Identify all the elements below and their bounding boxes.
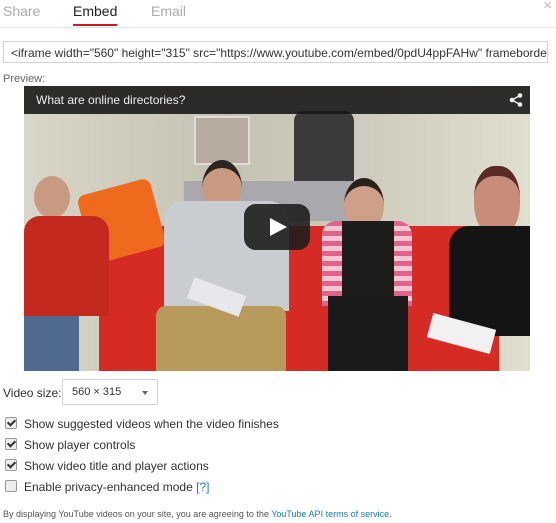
option-label: Show video title and player actions xyxy=(24,459,209,473)
person-1-legs xyxy=(24,316,79,371)
checkbox[interactable] xyxy=(5,459,17,471)
option-label: Enable privacy-enhanced mode xyxy=(24,480,193,494)
person-3-legs xyxy=(328,296,408,371)
option-player-controls[interactable]: Show player controls xyxy=(5,438,135,452)
terms-link[interactable]: YouTube API terms of service xyxy=(271,509,389,519)
video-size-value: 560 × 315 xyxy=(72,386,122,398)
chevron-down-icon xyxy=(142,391,148,395)
wall-poster xyxy=(194,116,250,165)
video-size-select[interactable]: 560 × 315 xyxy=(62,379,158,405)
coats xyxy=(294,111,354,191)
video-preview[interactable]: What are online directories? xyxy=(24,86,530,371)
tab-embed[interactable]: Embed xyxy=(73,3,118,26)
close-icon[interactable]: × xyxy=(543,0,552,14)
embed-code-input[interactable]: <iframe width="560" height="315" src="ht… xyxy=(3,41,548,63)
help-link[interactable]: [?] xyxy=(196,480,209,494)
play-button[interactable] xyxy=(244,204,310,250)
footer-end: . xyxy=(389,509,392,519)
share-icon[interactable] xyxy=(509,93,523,107)
checkbox[interactable] xyxy=(5,438,17,450)
option-label: Show player controls xyxy=(24,438,136,452)
option-label: Show suggested videos when the video fin… xyxy=(24,417,279,431)
person-1-body xyxy=(24,216,109,316)
option-title-actions[interactable]: Show video title and player actions xyxy=(5,459,209,473)
video-title[interactable]: What are online directories? xyxy=(36,93,185,107)
option-suggested-videos[interactable]: Show suggested videos when the video fin… xyxy=(5,417,279,431)
tab-share[interactable]: Share xyxy=(3,3,40,19)
tab-email[interactable]: Email xyxy=(151,3,186,19)
person-1-head xyxy=(34,176,70,218)
person-3-vest xyxy=(342,221,394,301)
video-size-label: Video size: xyxy=(3,386,62,400)
terms-footer: By displaying YouTube videos on your sit… xyxy=(3,509,392,519)
preview-label: Preview: xyxy=(3,73,46,85)
checkbox[interactable] xyxy=(5,417,17,429)
option-privacy-mode[interactable]: Enable privacy-enhanced mode [?] xyxy=(5,480,209,494)
person-2-legs xyxy=(156,306,286,371)
tab-bar: Share Embed Email × xyxy=(0,0,556,28)
checkbox[interactable] xyxy=(5,480,17,492)
footer-text: By displaying YouTube videos on your sit… xyxy=(3,509,272,519)
video-title-bar: What are online directories? xyxy=(24,86,530,114)
